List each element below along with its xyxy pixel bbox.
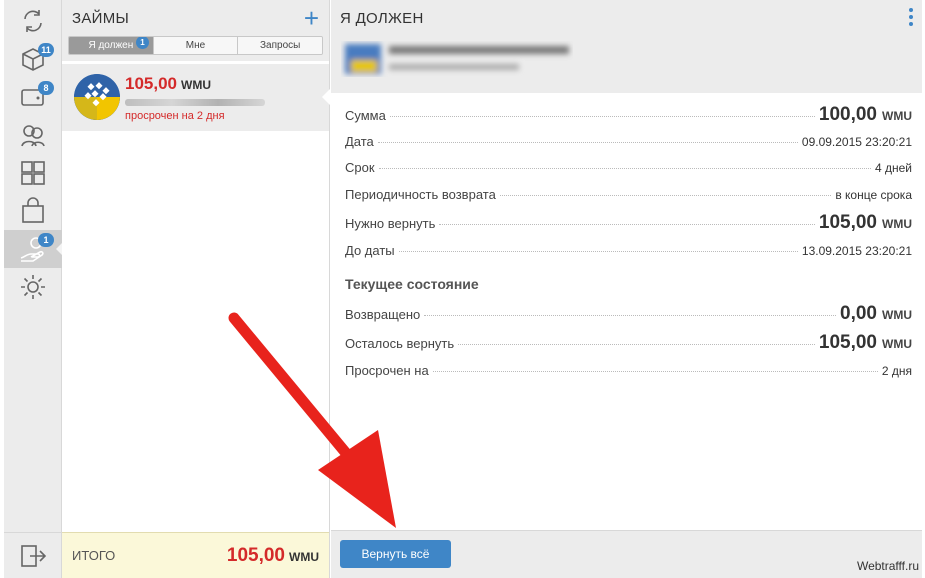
rail-item-services[interactable] <box>4 154 62 192</box>
list-title: ЗАЙМЫ <box>72 9 130 27</box>
row-value: 4 дней <box>874 161 912 175</box>
row-label: Возвращено <box>345 307 421 322</box>
total-label: ИТОГО <box>72 548 116 563</box>
row-label: Сумма <box>345 108 386 123</box>
row-label: Осталось вернуть <box>345 336 455 351</box>
state-row-returned: Возвращено 0,00 WMU <box>345 303 912 324</box>
detail-row-sum: Сумма 100,00 WMU <box>345 104 912 125</box>
blurred-name <box>125 99 265 106</box>
tab-i-owe[interactable]: Я должен 1 <box>69 37 154 54</box>
currency: WMU <box>882 109 912 123</box>
row-value: 105,00 <box>818 212 877 233</box>
row-label: До даты <box>345 243 395 258</box>
row-value: 13.09.2015 23:20:21 <box>801 244 912 258</box>
detail-row-date: Дата 09.09.2015 23:20:21 <box>345 134 912 154</box>
detail-footer: Вернуть всё <box>331 530 922 578</box>
contacts-icon <box>21 125 45 147</box>
blurred-counterparty <box>345 44 569 74</box>
state-row-remaining: Осталось вернуть 105,00 WMU <box>345 332 912 353</box>
overdue-status: просрочен на 2 дня <box>125 110 225 122</box>
rail-badge: 11 <box>38 43 54 57</box>
add-loan-button[interactable]: + <box>304 5 319 31</box>
rail-item-purse[interactable]: 11 <box>4 40 62 78</box>
detail-row-periodicity: Периодичность возврата в конце срока <box>345 187 912 207</box>
detail-header: Я ДОЛЖЕН <box>331 0 922 93</box>
logout-icon <box>21 544 47 567</box>
webmoney-logo <box>74 74 120 120</box>
loan-detail-panel: Я ДОЛЖЕН Сумма 100,00 WMU Дата 09.09.2015… <box>331 0 922 578</box>
rail-item-contacts[interactable] <box>4 116 62 154</box>
currency: WMU <box>882 308 912 322</box>
loans-list-panel: ЗАЙМЫ + Я должен 1 Мне Запросы 105,00 WM… <box>62 0 330 578</box>
row-value: 105,00 <box>818 332 877 353</box>
row-value: в конце срока <box>835 188 912 202</box>
row-value: 100,00 <box>818 104 877 125</box>
detail-row-term: Срок 4 дней <box>345 160 912 180</box>
tab-label: Я должен <box>88 40 134 51</box>
currency: WMU <box>289 549 319 564</box>
detail-row-due-date: До даты 13.09.2015 23:20:21 <box>345 243 912 263</box>
row-label: Периодичность возврата <box>345 187 496 202</box>
row-label: Нужно вернуть <box>345 216 436 231</box>
more-menu-icon[interactable] <box>909 8 913 29</box>
rail-item-refresh[interactable] <box>4 2 62 40</box>
shopping-bag-icon <box>22 197 44 223</box>
tab-requests[interactable]: Запросы <box>238 37 322 54</box>
rail-item-loans[interactable]: 1 <box>4 230 63 268</box>
total-value: 105,00 WMU <box>227 545 319 567</box>
total-amount: 105,00 <box>226 544 285 566</box>
list-header: ЗАЙМЫ + <box>62 0 329 36</box>
rail-item-settings[interactable] <box>4 268 62 306</box>
return-all-button[interactable]: Вернуть всё <box>340 540 451 568</box>
loan-tabs: Я должен 1 Мне Запросы <box>68 36 323 55</box>
row-value: 0,00 <box>840 303 877 324</box>
refresh-icon <box>24 10 42 32</box>
rail-badge: 8 <box>38 81 54 95</box>
row-label: Дата <box>345 134 374 149</box>
currency: WMU <box>882 217 912 231</box>
loan-amount: 105,00 WMU <box>125 74 211 94</box>
currency: WMU <box>882 337 912 351</box>
row-label: Просрочен на <box>345 363 429 378</box>
row-value: 2 дня <box>881 364 912 378</box>
icon-rail: 11 8 1 <box>4 0 63 578</box>
detail-row-to-return: Нужно вернуть 105,00 WMU <box>345 212 912 233</box>
tab-to-me[interactable]: Мне <box>153 37 239 54</box>
list-item[interactable]: 105,00 WMU просрочен на 2 дня <box>62 64 330 131</box>
services-grid-icon <box>21 161 45 185</box>
row-label: Срок <box>345 160 375 175</box>
logout-button[interactable] <box>4 532 62 578</box>
watermark: Webtrafff.ru <box>856 559 919 573</box>
state-row-overdue: Просрочен на 2 дня <box>345 363 912 383</box>
gear-icon <box>21 275 45 299</box>
row-value: 09.09.2015 23:20:21 <box>801 135 912 149</box>
rail-badge: 1 <box>38 233 54 247</box>
rail-item-wallet[interactable]: 8 <box>4 78 62 116</box>
tab-label: Запросы <box>260 40 301 51</box>
loan-amount-value: 105,00 <box>125 74 177 93</box>
detail-title: Я ДОЛЖЕН <box>340 10 424 27</box>
total-bar: ИТОГО 105,00 WMU <box>62 532 329 578</box>
tab-label: Мне <box>185 40 206 51</box>
current-state-heading: Текущее состояние <box>345 276 479 292</box>
tab-badge: 1 <box>136 37 149 49</box>
tabs-wrap: Я должен 1 Мне Запросы <box>62 36 329 61</box>
currency: WMU <box>181 78 211 92</box>
rail-item-shop[interactable] <box>4 192 62 230</box>
